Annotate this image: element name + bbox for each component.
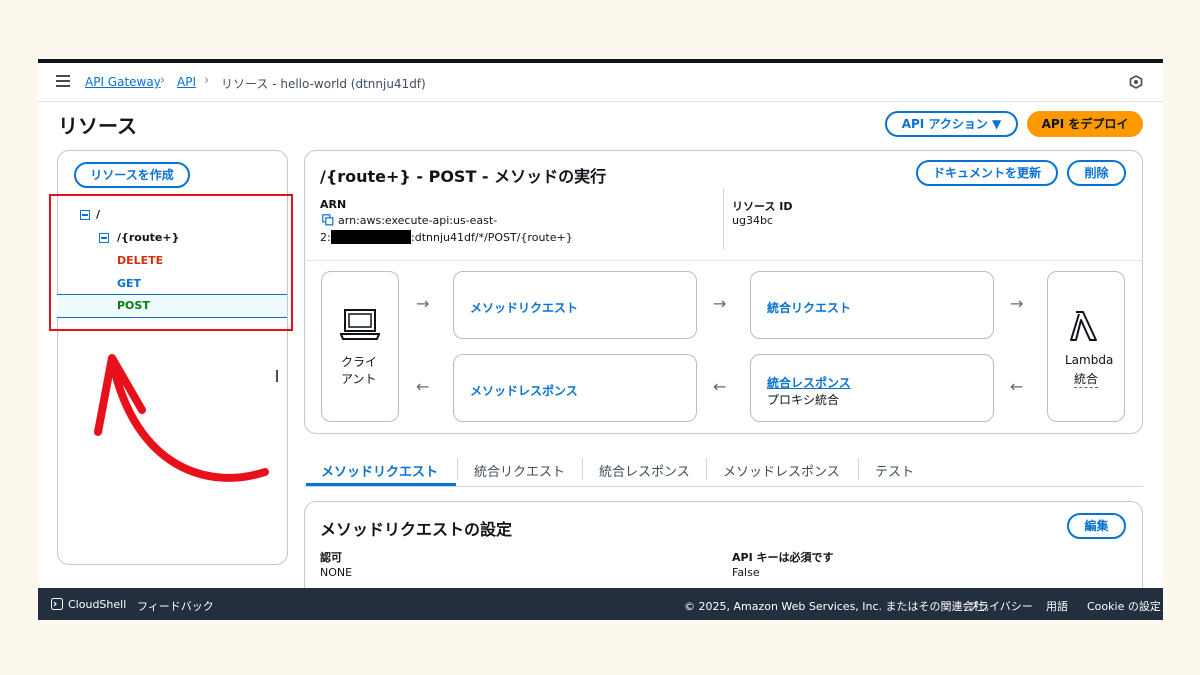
update-documentation-button[interactable]: ドキュメントを更新 [916,160,1058,186]
delete-button[interactable]: 削除 [1067,160,1126,186]
feedback-link[interactable]: フィードバック [137,598,214,614]
tab-method-request[interactable]: メソッドリクエスト [321,461,438,480]
tab-divider [858,458,859,480]
api-actions-dropdown[interactable]: API アクション ▼ [885,111,1018,137]
api-key-required-label: API キーは必須です [732,551,834,564]
integration-response-link[interactable]: 統合レスポンス [767,374,851,391]
cloudshell-icon[interactable] [51,598,63,610]
proxy-integration-label: プロキシ統合 [767,393,840,407]
arrow-left-icon: ← [416,377,430,396]
client-label-line2: アント [341,372,377,386]
arn-value-prefix: 2: [320,231,331,244]
divider [304,260,1143,261]
arrow-right-icon: → [1010,294,1024,313]
lambda-integration-label[interactable]: 統合 [1074,370,1099,388]
breadcrumb-api-gateway[interactable]: API Gateway [85,75,161,89]
arn-value-line1: arn:aws:execute-api:us-east- [338,214,498,227]
redacted-account-id [331,230,411,244]
cloudshell-link[interactable]: CloudShell [68,598,126,611]
method-request-link[interactable]: メソッドリクエスト [470,299,578,316]
arn-value-suffix: :dtnnju41df/*/POST/{route+} [411,231,573,244]
tab-method-response[interactable]: メソッドレスポンス [723,461,840,480]
resource-id-label: リソース ID [732,200,793,213]
method-title: /{route+} - POST - メソッドの実行 [320,167,607,186]
tabs-baseline [304,486,1143,487]
client-box [321,271,399,422]
lambda-icon [1070,311,1097,341]
laptop-icon [340,309,380,340]
authorization-label: 認可 [320,551,342,564]
tab-divider [582,458,583,480]
integration-request-link[interactable]: 統合リクエスト [767,299,851,316]
annotation-arrow-icon [94,354,269,482]
arrow-right-icon: → [416,294,430,313]
annotation-highlight-box [49,194,293,331]
settings-title: メソッドリクエストの設定 [320,520,513,539]
copyright-text: © 2025, Amazon Web Services, Inc. またはその関… [684,600,996,613]
tab-integration-response[interactable]: 統合レスポンス [599,461,690,480]
tab-divider [706,458,707,480]
authorization-value: NONE [320,566,353,579]
tab-test[interactable]: テスト [875,461,914,480]
terms-link[interactable]: 用語 [1046,598,1068,614]
menu-icon[interactable] [56,75,70,87]
arn-label: ARN [320,198,347,211]
breadcrumb-chevron-icon: › [160,73,166,88]
lambda-box [1047,271,1125,422]
edit-button[interactable]: 編集 [1067,513,1126,539]
resource-id-value: ug34bc [732,214,773,227]
console-footer: CloudShell フィードバック © 2025, Amazon Web Se… [38,588,1163,620]
breadcrumb-current: リソース - hello-world (dtnnju41df) [221,77,426,91]
breadcrumb-chevron-icon: › [204,73,210,88]
breadcrumb-api[interactable]: API [177,75,196,89]
arrow-left-icon: ← [1010,377,1024,396]
top-bar: API Gateway › API › リソース - hello-world (… [38,63,1163,102]
cookie-settings-link[interactable]: Cookie の設定 [1087,598,1161,614]
client-label-line1: クライ [341,355,378,369]
console-screenshot: API Gateway › API › リソース - hello-world (… [38,59,1163,620]
copy-icon[interactable] [322,214,334,226]
column-divider [723,188,724,250]
create-resource-button[interactable]: リソースを作成 [74,162,190,188]
deploy-api-button[interactable]: API をデプロイ [1027,111,1143,137]
notifications-icon[interactable] [1129,75,1143,89]
arrow-right-icon: → [713,294,727,313]
api-key-required-value: False [732,566,760,579]
tab-divider [457,458,458,480]
lambda-label: Lambda [1065,353,1114,367]
method-response-link[interactable]: メソッドレスポンス [470,382,578,399]
arrow-left-icon: ← [713,377,727,396]
page-title: リソース [58,114,137,138]
privacy-link[interactable]: プライバシー [967,598,1033,614]
tab-integration-request[interactable]: 統合リクエスト [474,461,565,480]
